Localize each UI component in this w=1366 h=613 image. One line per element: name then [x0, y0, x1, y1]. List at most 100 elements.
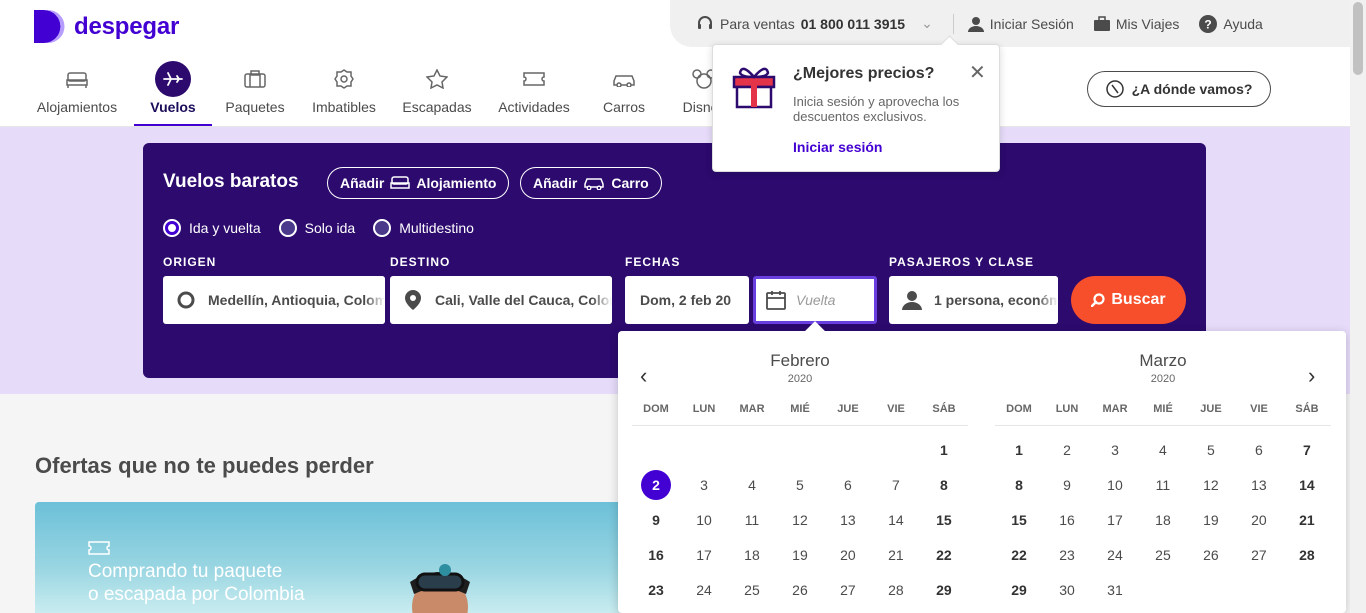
calendar-day[interactable]: 12: [776, 502, 824, 537]
calendar-day[interactable]: 13: [824, 502, 872, 537]
calendar-day[interactable]: 3: [680, 467, 728, 502]
car-icon: [613, 75, 635, 87]
calendar-day[interactable]: 15: [920, 502, 968, 537]
calendar-day[interactable]: 28: [872, 572, 920, 607]
calendar-day[interactable]: 2: [1043, 432, 1091, 467]
calendar-day[interactable]: 14: [872, 502, 920, 537]
calendar-day[interactable]: 26: [1187, 537, 1235, 572]
calendar-day[interactable]: 24: [680, 572, 728, 607]
calendar-day[interactable]: 20: [824, 537, 872, 572]
calendar-day[interactable]: 30: [1043, 572, 1091, 607]
add-car-button[interactable]: Añadir Carro: [520, 167, 662, 199]
scrollbar-thumb[interactable]: [1353, 2, 1363, 75]
calendar-day[interactable]: 5: [1187, 432, 1235, 467]
return-date-field[interactable]: Vuelta: [753, 276, 877, 324]
tab-carros[interactable]: Carros: [584, 60, 664, 126]
login-link[interactable]: Iniciar Sesión: [967, 16, 1074, 32]
tab-paquetes[interactable]: Paquetes: [212, 60, 298, 126]
calendar-day[interactable]: 21: [872, 537, 920, 572]
radio-multi-city[interactable]: Multidestino: [373, 219, 474, 237]
origin-field[interactable]: Medellín, Antioquia, Colombia: [163, 276, 385, 324]
departure-date-field[interactable]: Dom, 2 feb 20: [625, 276, 749, 324]
calendar-day[interactable]: 28: [1283, 537, 1331, 572]
passengers-field[interactable]: 1 persona, económica: [889, 276, 1058, 324]
scrollbar[interactable]: [1350, 0, 1366, 613]
calendar-day[interactable]: 21: [1283, 502, 1331, 537]
bed-icon: [390, 176, 411, 189]
calendar-day[interactable]: 1: [995, 432, 1043, 467]
calendar-day[interactable]: 24: [1091, 537, 1139, 572]
weekday-label: VIE: [887, 403, 905, 415]
calendar-day[interactable]: 19: [776, 537, 824, 572]
calendar-day[interactable]: 31: [1091, 572, 1139, 607]
calendar-day[interactable]: 8: [920, 467, 968, 502]
calendar-day[interactable]: 4: [728, 467, 776, 502]
calendar-day[interactable]: 16: [1043, 502, 1091, 537]
popover-login-link[interactable]: Iniciar sesión: [793, 139, 882, 155]
search-button-label: Buscar: [1111, 291, 1166, 308]
tab-actividades[interactable]: Actividades: [484, 60, 584, 126]
product-nav: Alojamientos Vuelos Paquetes Imbatibles …: [20, 60, 744, 126]
calendar-day[interactable]: 10: [1091, 467, 1139, 502]
tab-escapadas[interactable]: Escapadas: [390, 60, 484, 126]
calendar-day[interactable]: 8: [995, 467, 1043, 502]
radio-one-way[interactable]: Solo ida: [278, 219, 355, 237]
calendar-day[interactable]: 3: [1091, 432, 1139, 467]
calendar-day[interactable]: 7: [872, 467, 920, 502]
calendar-day-selected[interactable]: 2: [632, 467, 680, 502]
help-link[interactable]: ? Ayuda: [1199, 14, 1263, 33]
calendar-day[interactable]: 23: [1043, 537, 1091, 572]
calendar-day[interactable]: 16: [632, 537, 680, 572]
calendar-day[interactable]: 26: [776, 572, 824, 607]
tab-imbatibles[interactable]: Imbatibles: [298, 60, 390, 126]
calendar-day[interactable]: 18: [728, 537, 776, 572]
calendar-day[interactable]: 23: [632, 572, 680, 607]
calendar-day[interactable]: 13: [1235, 467, 1283, 502]
calendar-day[interactable]: 19: [1187, 502, 1235, 537]
radio-round-trip[interactable]: Ida y vuelta: [163, 219, 261, 237]
search-button[interactable]: Buscar: [1071, 276, 1186, 324]
add-accommodation-button[interactable]: Añadir Alojamiento: [327, 167, 510, 199]
calendar-day[interactable]: 5: [776, 467, 824, 502]
where-to-button[interactable]: ¿A dónde vamos?: [1087, 71, 1271, 107]
calendar-day[interactable]: 29: [995, 572, 1043, 607]
calendar-day[interactable]: 11: [728, 502, 776, 537]
sales-phone[interactable]: Para ventas 01 800 011 3915 ⌄: [696, 15, 933, 33]
calendar-day[interactable]: 15: [995, 502, 1043, 537]
calendar-day[interactable]: 17: [1091, 502, 1139, 537]
calendar-day[interactable]: 11: [1139, 467, 1187, 502]
tab-alojamientos[interactable]: Alojamientos: [20, 60, 134, 126]
close-icon[interactable]: ✕: [969, 60, 986, 85]
add-prefix: Añadir: [533, 175, 578, 191]
tab-label: Escapadas: [402, 99, 472, 115]
calendar-day[interactable]: 6: [1235, 432, 1283, 467]
calendar-day[interactable]: 4: [1139, 432, 1187, 467]
calendar-day[interactable]: 9: [1043, 467, 1091, 502]
calendar-day[interactable]: 25: [1139, 537, 1187, 572]
calendar-day[interactable]: 27: [824, 572, 872, 607]
calendar-day[interactable]: 9: [632, 502, 680, 537]
calendar-day[interactable]: 10: [680, 502, 728, 537]
calendar-day[interactable]: 25: [728, 572, 776, 607]
tab-vuelos[interactable]: Vuelos: [134, 60, 212, 126]
calendar-day[interactable]: 22: [995, 537, 1043, 572]
search-icon: [1091, 293, 1105, 307]
my-trips-link[interactable]: Mis Viajes: [1093, 15, 1180, 32]
calendar-day[interactable]: 18: [1139, 502, 1187, 537]
calendar-day[interactable]: 22: [920, 537, 968, 572]
calendar-day[interactable]: 12: [1187, 467, 1235, 502]
empty-day: [776, 432, 824, 467]
weekday-label: JUE: [1200, 403, 1222, 415]
calendar-day[interactable]: 14: [1283, 467, 1331, 502]
offer-banner[interactable]: Comprando tu paquete o escapada por Colo…: [35, 502, 635, 613]
calendar-day[interactable]: 29: [920, 572, 968, 607]
calendar-day[interactable]: 17: [680, 537, 728, 572]
destination-field[interactable]: Cali, Valle del Cauca, Colombia: [390, 276, 612, 324]
logo[interactable]: despegar: [34, 10, 179, 43]
my-trips-label: Mis Viajes: [1115, 15, 1180, 32]
calendar-day[interactable]: 20: [1235, 502, 1283, 537]
calendar-day[interactable]: 1: [920, 432, 968, 467]
calendar-day[interactable]: 7: [1283, 432, 1331, 467]
calendar-day[interactable]: 27: [1235, 537, 1283, 572]
calendar-day[interactable]: 6: [824, 467, 872, 502]
